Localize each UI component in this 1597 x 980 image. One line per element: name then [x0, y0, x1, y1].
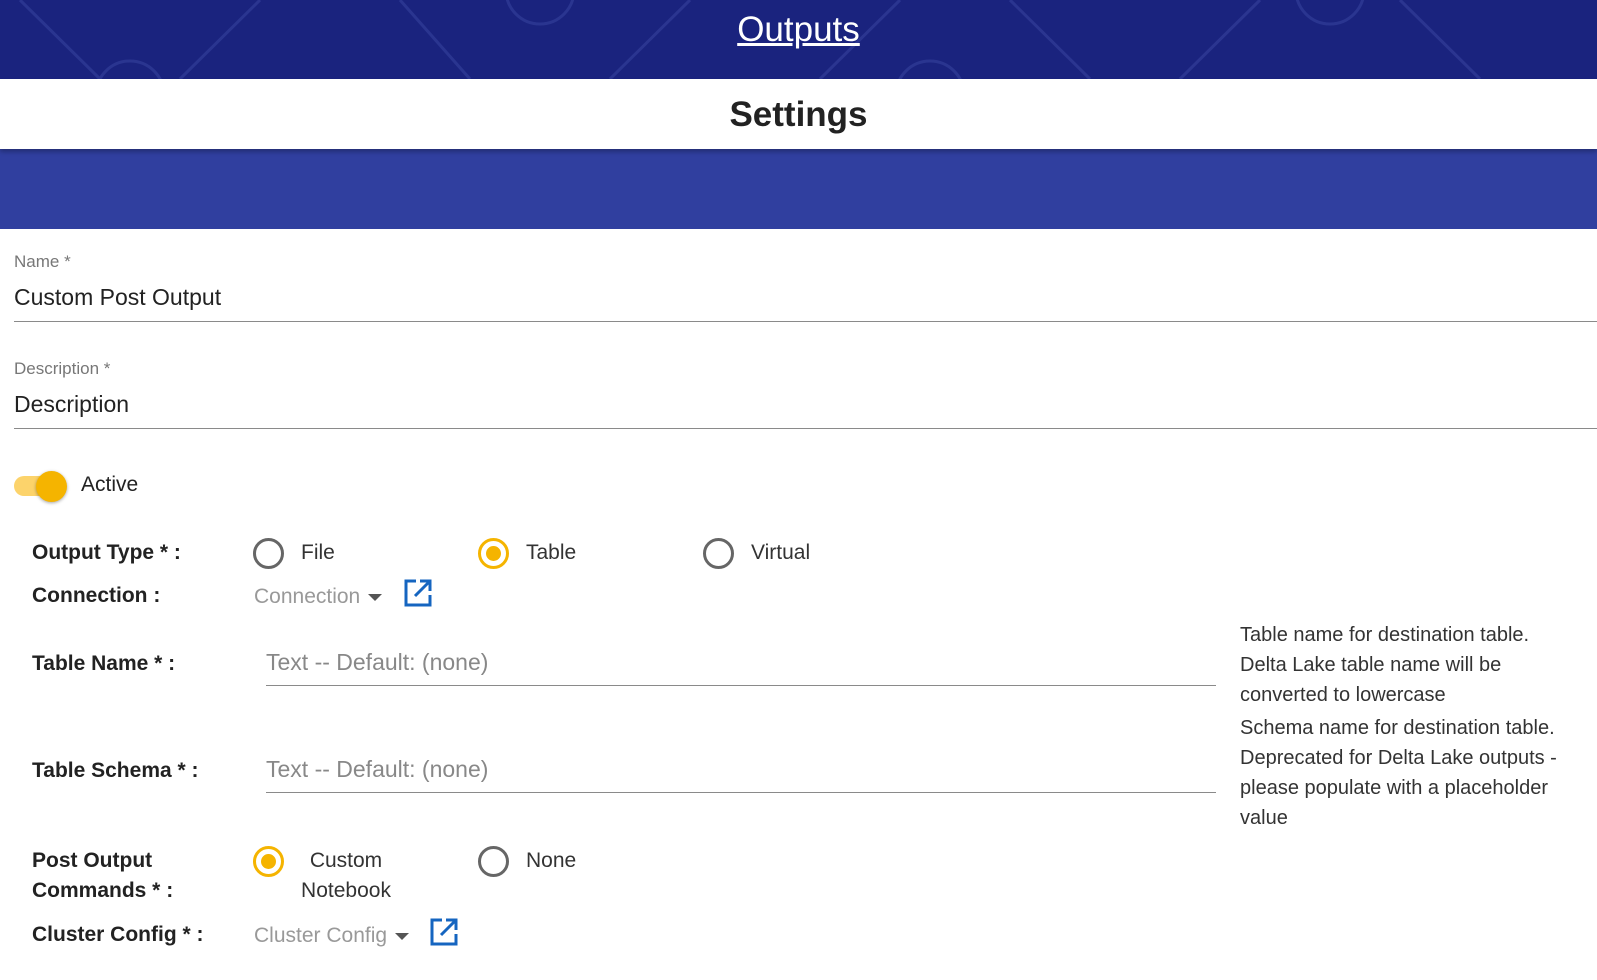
toggle-thumb	[36, 471, 67, 502]
radio-table[interactable]	[478, 538, 509, 569]
open-in-new-icon[interactable]	[429, 917, 459, 947]
label-line: Commands * :	[32, 879, 174, 902]
page-title: Settings	[729, 95, 868, 134]
radio-virtual-label[interactable]: Virtual	[751, 538, 810, 568]
active-label: Active	[81, 473, 139, 496]
cluster-config-label: Cluster Config * :	[32, 923, 204, 946]
table-schema-label: Table Schema * :	[32, 759, 199, 782]
radio-none[interactable]	[478, 846, 509, 877]
cluster-config-select[interactable]: Cluster Config	[254, 924, 410, 948]
description-label: Description *	[14, 359, 111, 378]
radio-file[interactable]	[253, 538, 284, 569]
help-line: Schema name for destination table.	[1240, 717, 1555, 739]
radio-table-label[interactable]: Table	[526, 538, 576, 568]
radio-custom-notebook[interactable]	[253, 846, 284, 877]
table-schema-help: Schema name for destination table. Depre…	[1240, 713, 1590, 833]
table-name-help: Table name for destination table. Delta …	[1240, 620, 1590, 710]
table-name-label: Table Name * :	[32, 652, 176, 675]
open-in-new-icon[interactable]	[403, 578, 433, 608]
help-line: please populate with a placeholder	[1240, 777, 1548, 799]
settings-bar: Settings	[0, 79, 1597, 149]
help-line: value	[1240, 807, 1288, 829]
output-type-label: Output Type * :	[32, 541, 181, 564]
table-name-input[interactable]	[266, 640, 1216, 686]
name-field[interactable]: Name * Custom Post Output	[14, 252, 1597, 322]
label-line: Post Output	[32, 849, 153, 872]
connection-select-value: Connection	[254, 585, 361, 608]
active-toggle[interactable]	[14, 469, 70, 503]
table-schema-input[interactable]	[266, 747, 1216, 793]
chevron-down-icon	[395, 932, 410, 940]
connection-select[interactable]: Connection	[254, 585, 383, 609]
radio-virtual[interactable]	[703, 538, 734, 569]
description-input[interactable]: Description	[14, 379, 1597, 429]
settings-band	[0, 149, 1597, 229]
help-line: Deprecated for Delta Lake outputs -	[1240, 747, 1557, 769]
label-line: Custom	[309, 849, 383, 872]
description-field[interactable]: Description * Description	[14, 359, 1597, 429]
help-line: Table name for destination table.	[1240, 624, 1530, 646]
app-header: Outputs	[0, 0, 1597, 79]
label-line: Notebook	[301, 879, 391, 902]
cluster-config-select-value: Cluster Config	[254, 924, 388, 947]
help-line: Delta Lake table name will be	[1240, 654, 1502, 676]
help-line: converted to lowercase	[1240, 684, 1446, 706]
name-input[interactable]: Custom Post Output	[14, 272, 1597, 322]
chevron-down-icon	[368, 593, 383, 601]
connection-label: Connection :	[32, 584, 161, 607]
post-output-commands-label: Post Output Commands * :	[32, 846, 173, 906]
outputs-link[interactable]: Outputs	[0, 10, 1597, 50]
radio-file-label[interactable]: File	[301, 538, 335, 568]
name-label: Name *	[14, 252, 71, 271]
radio-none-label[interactable]: None	[526, 846, 576, 876]
radio-custom-notebook-label[interactable]: Custom Notebook	[301, 846, 391, 906]
